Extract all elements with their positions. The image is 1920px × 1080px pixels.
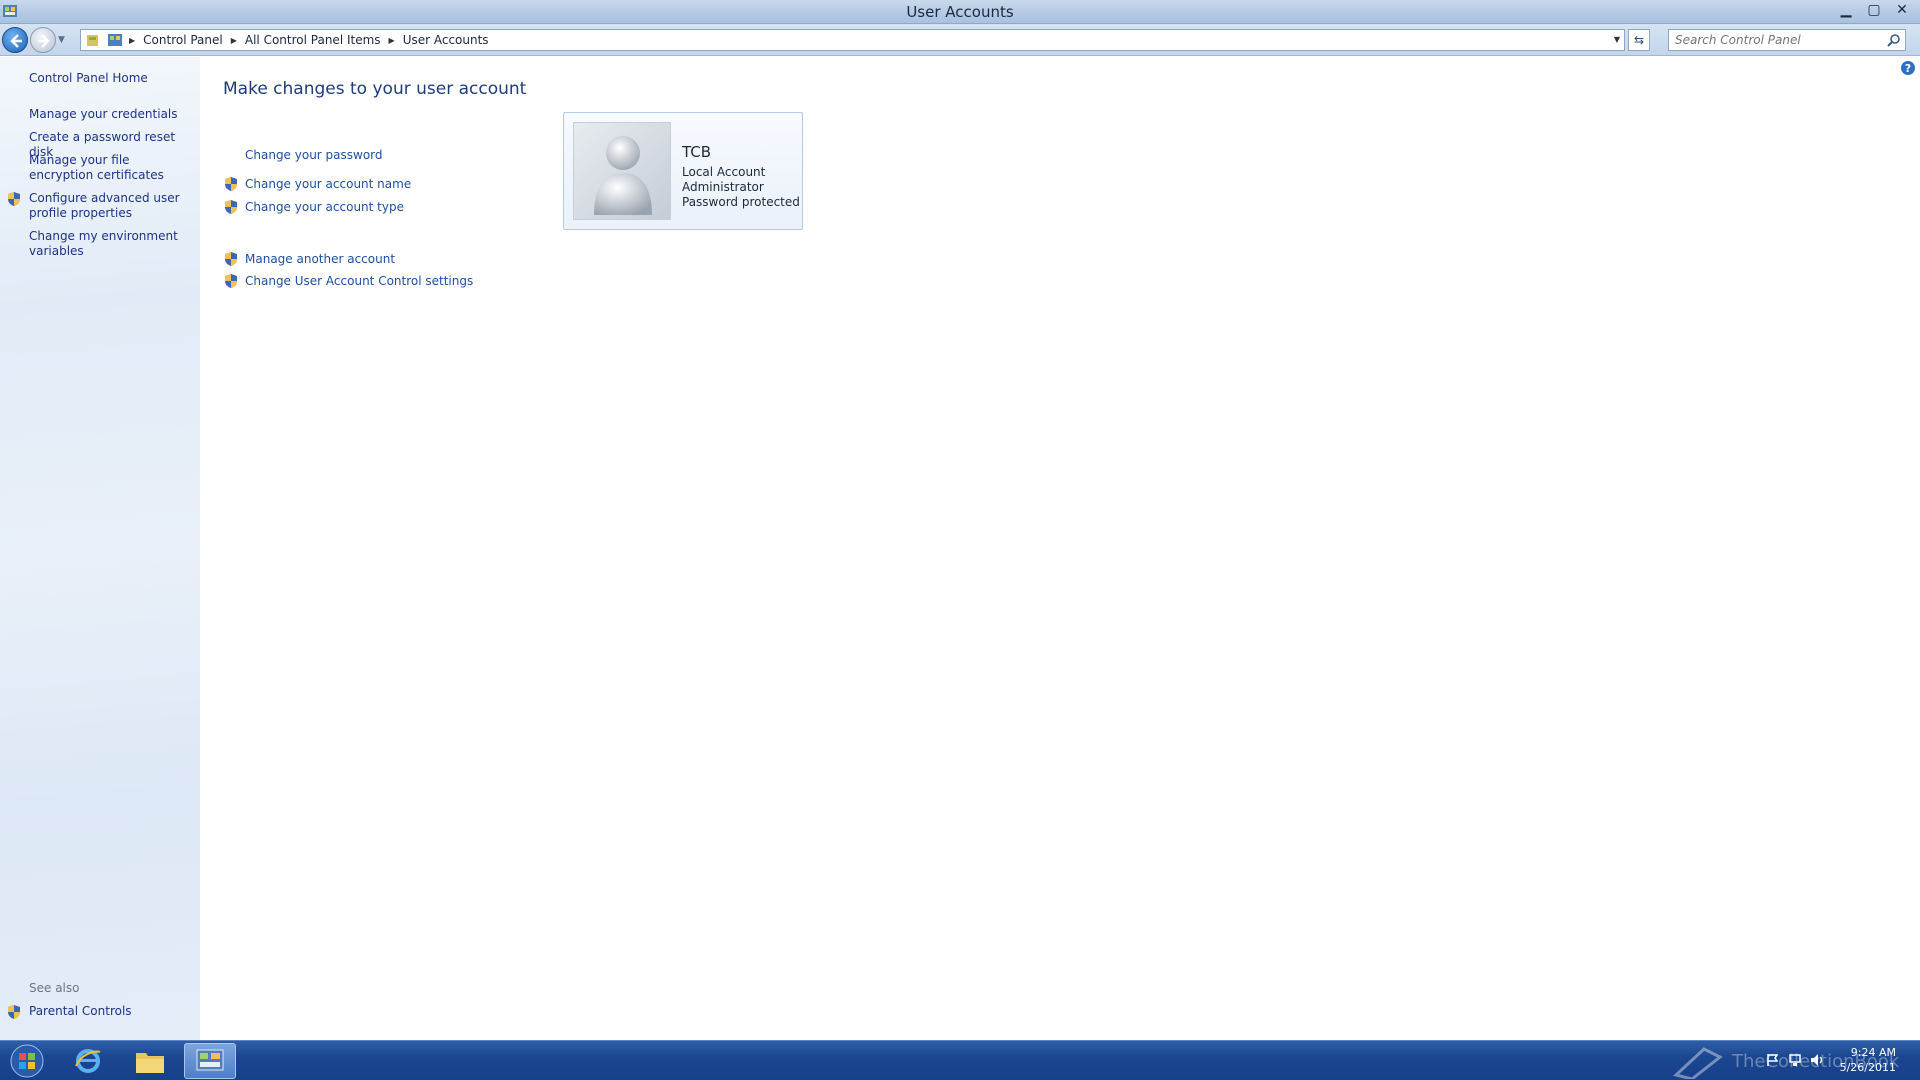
close-button[interactable]: ✕	[1888, 0, 1916, 20]
folder-icon	[87, 35, 98, 46]
account-card: TCB Local Account Administrator Password…	[563, 112, 803, 230]
change-password-link[interactable]: Change your password	[245, 148, 383, 162]
address-bar[interactable]: ▶ Control Panel ▶ All Control Panel Item…	[80, 29, 1625, 51]
breadcrumb-user-accounts[interactable]: User Accounts	[403, 33, 489, 47]
see-also-heading: See also	[29, 981, 80, 995]
clock-time: 9:24 AM	[1850, 1046, 1896, 1059]
system-tray	[1766, 1053, 1824, 1067]
page-title: Make changes to your user account	[223, 79, 527, 99]
sidebar-item-advanced-profile[interactable]: Configure advanced user profile properti…	[29, 191, 194, 221]
control-panel-icon	[196, 1049, 224, 1071]
uac-shield-icon	[225, 252, 237, 266]
account-name: TCB	[682, 143, 712, 161]
breadcrumb-all-items[interactable]: All Control Panel Items	[245, 33, 381, 47]
minimize-button[interactable]: ▁	[1832, 0, 1860, 20]
folder-icon	[136, 1053, 164, 1073]
taskbar-control-panel[interactable]	[184, 1043, 236, 1079]
uac-shield-icon	[8, 192, 20, 206]
help-icon[interactable]: ?	[1900, 60, 1916, 76]
refresh-button[interactable]: ⇆	[1628, 29, 1650, 51]
user-silhouette-icon	[594, 136, 652, 215]
change-account-name-link[interactable]: Change your account name	[245, 177, 411, 191]
sidebar-item-environment-variables[interactable]: Change my environment variables	[29, 229, 194, 259]
breadcrumb-control-panel[interactable]: Control Panel	[143, 33, 223, 47]
account-type: Local Account	[682, 165, 766, 179]
address-dropdown-icon[interactable]: ▼	[1614, 35, 1620, 44]
manage-another-account-link[interactable]: Manage another account	[245, 252, 395, 266]
volume-icon[interactable]	[1810, 1053, 1824, 1067]
recent-pages-dropdown-icon[interactable]: ▼	[58, 35, 68, 45]
uac-shield-icon	[225, 274, 237, 288]
internet-explorer-icon	[75, 1049, 101, 1073]
uac-shield-icon	[225, 200, 237, 214]
network-icon[interactable]	[1788, 1053, 1802, 1067]
sidebar-item-control-panel-home[interactable]: Control Panel Home	[29, 71, 194, 86]
control-panel-icon	[108, 34, 122, 46]
title-bar[interactable]: User Accounts ▁ ▢ ✕	[0, 0, 1920, 24]
taskbar-file-explorer[interactable]	[124, 1043, 176, 1079]
back-arrow-icon	[10, 34, 22, 48]
avatar[interactable]	[573, 122, 671, 220]
refresh-icon: ⇆	[1633, 33, 1645, 47]
search-icon[interactable]	[1887, 33, 1901, 47]
maximize-button[interactable]: ▢	[1860, 0, 1888, 20]
clock[interactable]: 9:24 AM 5/26/2011	[1840, 1045, 1896, 1075]
search-input[interactable]	[1669, 30, 1874, 50]
breadcrumb-chevron-icon[interactable]: ▶	[129, 36, 135, 45]
breadcrumb-chevron-icon[interactable]: ▶	[231, 36, 237, 45]
svg-text:?: ?	[1905, 62, 1911, 75]
change-account-type-link[interactable]: Change your account type	[245, 200, 404, 214]
taskbar: TheCollectionBook 9:24 AM 5/26/2011	[0, 1040, 1920, 1080]
start-button[interactable]	[4, 1043, 50, 1079]
sidebar-item-manage-credentials[interactable]: Manage your credentials	[29, 107, 194, 122]
navigation-bar: ▼ ▶ Control Panel ▶ All Control Panel It…	[0, 24, 1920, 56]
sidebar: Control Panel Home Manage your credentia…	[0, 57, 200, 1040]
breadcrumb-chevron-icon[interactable]: ▶	[389, 36, 395, 45]
uac-shield-icon	[8, 1005, 20, 1019]
taskbar-internet-explorer[interactable]	[62, 1043, 114, 1079]
forward-arrow-icon	[38, 34, 50, 48]
sidebar-item-parental-controls[interactable]: Parental Controls	[29, 1004, 194, 1019]
action-center-flag-icon[interactable]	[1766, 1053, 1780, 1067]
forward-button[interactable]	[30, 27, 56, 53]
search-box[interactable]	[1668, 29, 1906, 51]
window-title: User Accounts	[906, 3, 1014, 21]
back-button[interactable]	[2, 27, 28, 53]
book-icon	[1672, 1047, 1723, 1080]
uac-settings-link[interactable]: Change User Account Control settings	[245, 274, 473, 288]
account-role: Administrator	[682, 180, 764, 194]
clock-date: 5/26/2011	[1839, 1061, 1896, 1074]
account-status: Password protected	[682, 195, 800, 209]
sidebar-item-file-encryption[interactable]: Manage your file encryption certificates	[29, 153, 194, 183]
uac-shield-icon	[225, 177, 237, 191]
breadcrumb: ▶ Control Panel ▶ All Control Panel Item…	[129, 33, 489, 47]
